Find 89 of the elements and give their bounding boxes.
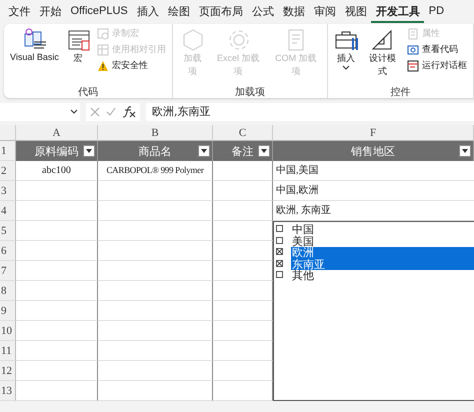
checkbox[interactable] [276, 271, 283, 278]
table-cell: abc100 [16, 161, 98, 181]
row-header[interactable]: 10 [0, 321, 16, 341]
view-code-icon [407, 44, 419, 56]
column-header[interactable]: F [273, 125, 474, 141]
ribbon-tab[interactable]: 数据 [278, 1, 310, 23]
table-cell [213, 301, 273, 321]
table-cell [213, 341, 273, 361]
list-item[interactable]: 中国 [291, 224, 474, 236]
column-header[interactable]: C [213, 125, 273, 141]
header-text: 原料编码 [34, 144, 78, 158]
function-icon[interactable] [122, 106, 136, 118]
table-cell [213, 241, 273, 261]
ribbon-button[interactable]: 运行对话框 [405, 58, 469, 73]
dropdown-arrow-icon [201, 149, 207, 153]
filter-button[interactable] [459, 145, 471, 157]
row-header[interactable]: 13 [0, 381, 16, 401]
checkbox[interactable] [276, 260, 283, 266]
row-header[interactable]: 7 [0, 261, 16, 281]
group-label: 加载项 [234, 86, 266, 98]
ribbon-tab[interactable]: 插入 [132, 1, 164, 23]
chevron-down-icon[interactable] [70, 109, 78, 115]
table-cell [213, 201, 273, 221]
row-header[interactable]: 9 [0, 301, 16, 321]
row-header[interactable]: 8 [0, 281, 16, 301]
table-cell [213, 381, 273, 401]
caret-icon [342, 65, 350, 70]
row-header[interactable]: 6 [0, 241, 16, 261]
properties-icon [407, 28, 419, 40]
ribbon-tab[interactable]: OfficePLUS [66, 1, 132, 23]
filter-button[interactable] [83, 145, 95, 157]
ribbon-button[interactable]: 宏安全性 [94, 58, 168, 73]
ribbon-tab[interactable]: PD [424, 1, 449, 23]
table-cell: 中国,欧洲 [273, 181, 474, 201]
table-cell [213, 261, 273, 281]
list-box[interactable]: 中国 美国 欧洲 东南亚 其他 [273, 221, 474, 401]
row-header[interactable]: 5 [0, 221, 16, 241]
table-cell [213, 361, 273, 381]
ribbon-tab[interactable]: 视图 [340, 1, 372, 23]
ribbon-tab[interactable]: 审阅 [309, 1, 340, 23]
dropdown-arrow-icon [261, 149, 267, 153]
ribbon-tab[interactable]: 页面布局 [194, 1, 248, 23]
table-cell [213, 181, 273, 201]
grid-icon [96, 44, 109, 56]
ribbon-tab[interactable]: 公式 [247, 1, 278, 23]
ribbon-tab[interactable]: 文件 [4, 1, 35, 23]
dialog-icon [407, 60, 419, 72]
filter-button[interactable] [258, 145, 270, 157]
row-header[interactable]: 3 [0, 181, 16, 201]
checkbox[interactable] [276, 248, 283, 255]
row-header[interactable]: 1 [0, 141, 16, 161]
list-item[interactable]: 美国 [291, 236, 474, 247]
check-icon[interactable] [106, 107, 116, 117]
list-item[interactable]: 其他 [291, 270, 474, 282]
macro-sheet-icon [66, 28, 90, 52]
column-header[interactable]: B [98, 125, 213, 141]
warning-icon [96, 60, 109, 72]
column-header[interactable]: A [16, 125, 98, 141]
table-cell [213, 161, 273, 181]
formula-input[interactable]: 欧洲,东南亚 [146, 103, 474, 121]
row-header[interactable]: 12 [0, 361, 16, 381]
header-text: 商品名 [138, 144, 172, 158]
group-label: 控件 [389, 86, 412, 98]
row-header[interactable]: 11 [0, 341, 16, 361]
header-text: 备注 [232, 144, 254, 158]
checkbox[interactable] [276, 225, 283, 232]
header-text: 销售地区 [351, 144, 395, 158]
ribbon-button[interactable]: 设计模式 [362, 26, 402, 80]
table-cell: CARBOPOL® 999 Polymer [98, 161, 213, 181]
ribbon-button[interactable]: Visual Basic [8, 26, 61, 64]
list-item[interactable]: 欧洲 [291, 247, 474, 258]
ribbon-button[interactable]: 宏 [64, 26, 92, 67]
ribbon-tab[interactable]: 绘图 [163, 1, 194, 23]
filter-button[interactable] [198, 145, 210, 157]
dropdown-arrow-icon [462, 149, 468, 153]
checkbox[interactable] [276, 236, 283, 244]
table-cell: 中国,美国 [273, 161, 474, 181]
record-icon [96, 28, 109, 40]
ribbon-tab[interactable]: 开始 [35, 1, 66, 23]
list-item[interactable]: 东南亚 [291, 258, 474, 270]
ruler-triangle-icon [370, 28, 394, 52]
dropdown-arrow-icon [86, 149, 92, 153]
table-cell [213, 281, 273, 301]
row-header[interactable]: 4 [0, 201, 16, 221]
ribbon-button[interactable]: 查看代码 [405, 42, 469, 57]
table-cell [213, 321, 273, 341]
ribbon-button[interactable]: 插入 [332, 26, 360, 72]
group-label: 代码 [76, 86, 99, 98]
row-header[interactable]: 2 [0, 161, 16, 181]
